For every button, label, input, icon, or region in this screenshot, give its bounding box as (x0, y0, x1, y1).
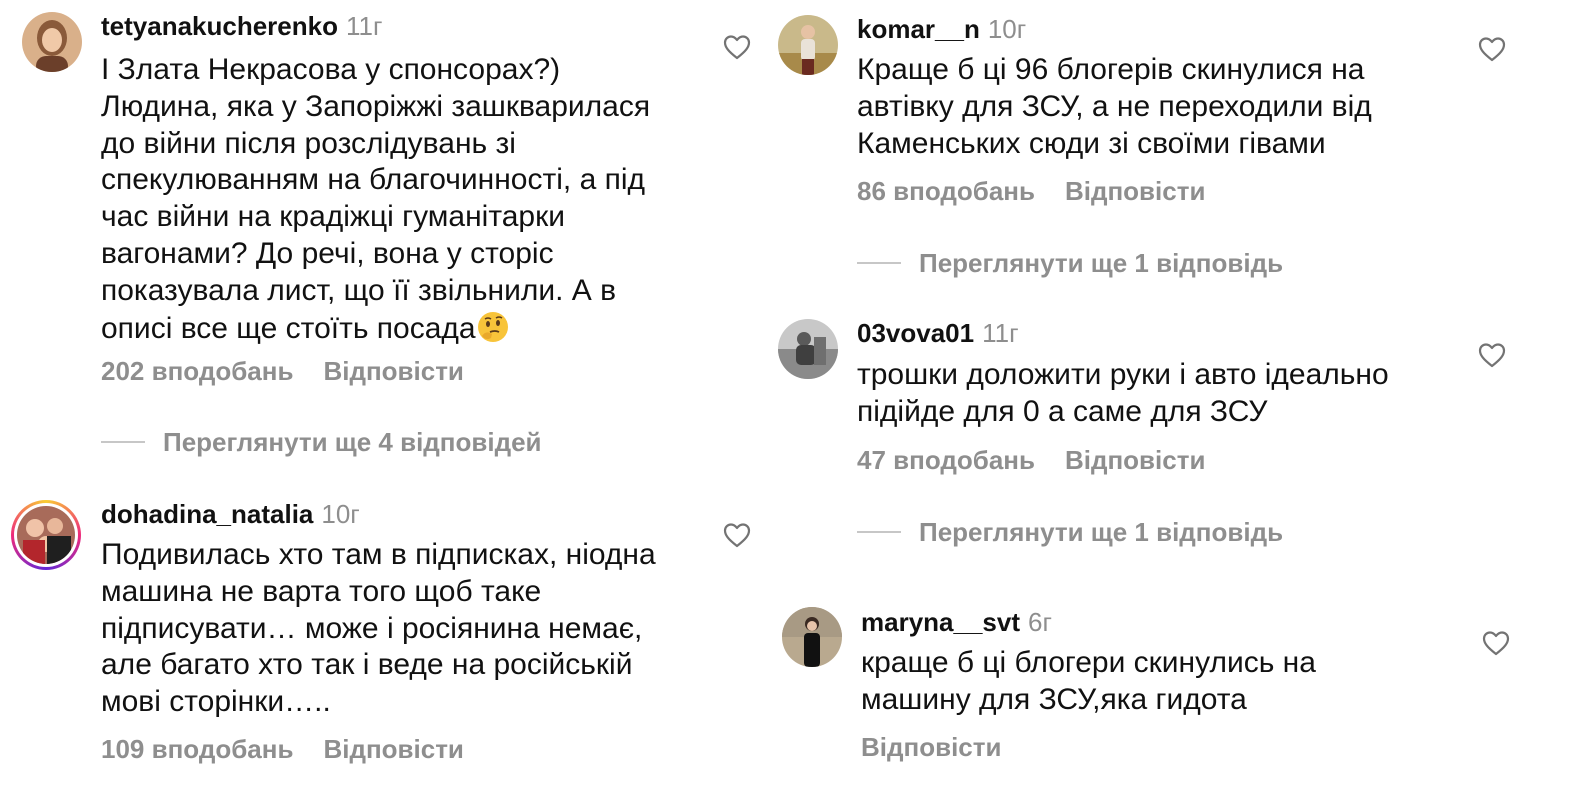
comment-text: Подивилась хто там в підписках, ніодна м… (101, 537, 656, 721)
timestamp: 10г (987, 14, 1027, 44)
username[interactable]: komar__n (857, 14, 980, 44)
heart-outline-icon[interactable] (722, 33, 752, 61)
comment-line: вагонами? До речі, вона у сторіс (101, 236, 554, 270)
timestamp: 10г (321, 499, 360, 529)
comment-line: час війни на крадіжці гуманітарки (101, 200, 565, 234)
heart-outline-icon[interactable] (1477, 35, 1507, 63)
thread-divider (857, 531, 901, 533)
comment-line: трошки доложити руки і авто ідеально (857, 358, 1389, 391)
comment-line: Подивилась хто там в підписках, ніодна (101, 538, 656, 571)
view-replies-link[interactable]: Переглянути ще 4 відповідей (101, 427, 542, 457)
comment-text: І Злата Некрасова у спонсорах?) Людина, … (101, 52, 650, 347)
comment-line: до війни після розслідувань зі (101, 126, 516, 160)
username[interactable]: dohadina_natalia (101, 499, 313, 529)
comment-text: Краще б ці 96 блогерів скинулися на авті… (857, 52, 1372, 162)
view-replies-label: Переглянути ще 1 відповідь (919, 248, 1284, 278)
comment-line: І Злата Некрасова у спонсорах?) (101, 53, 561, 86)
avatar[interactable] (22, 12, 82, 72)
comment-actions: 86 вподобань Відповісти (857, 176, 1205, 206)
reply-button[interactable]: Відповісти (323, 356, 463, 386)
comment-line: підписувати… може і росіянина немає, (101, 611, 643, 645)
heart-outline-icon[interactable] (722, 521, 752, 549)
timestamp: 11г (982, 318, 1019, 348)
username[interactable]: tetyanakucherenko (101, 11, 338, 41)
username[interactable]: 03vova01 (857, 318, 974, 348)
heart-outline-icon[interactable] (1477, 341, 1507, 369)
comment-line: Каменських сюди зі своїми гівами (857, 126, 1326, 160)
likes-count[interactable]: 86 вподобань (857, 176, 1035, 206)
comment-text: трошки доложити руки і авто ідеально під… (857, 357, 1389, 431)
comment-header: dohadina_natalia 10г (101, 499, 360, 529)
comment-actions: 47 вподобань Відповісти (857, 445, 1205, 475)
thread-divider (101, 441, 145, 443)
avatar (17, 506, 75, 564)
view-replies-label: Переглянути ще 1 відповідь (919, 517, 1284, 547)
comment-header: 03vova01 11г (857, 318, 1019, 348)
comment-line: показувала лист, що її звільнили. А в (101, 273, 617, 307)
thinking-face-emoji (477, 311, 508, 342)
comment-line: машину для ЗСУ,яка гидота (861, 682, 1247, 716)
comment-line: спекулюванням на благочинності, а під (101, 163, 645, 197)
heart-outline-icon[interactable] (1481, 629, 1511, 657)
comment-line: машина не варта того щоб таке (101, 574, 542, 608)
avatar[interactable] (778, 15, 838, 75)
comment-header: maryna__svt 6г (861, 607, 1052, 637)
comment-line: але багато хто так і веде на російській (101, 648, 633, 682)
comment-line: мові сторінки….. (101, 685, 331, 719)
likes-count[interactable]: 109 вподобань (101, 734, 293, 764)
reply-button[interactable]: Відповісти (1065, 176, 1205, 206)
likes-count[interactable]: 202 вподобань (101, 356, 293, 386)
thread-divider (857, 262, 901, 264)
avatar-story-ring[interactable] (11, 500, 81, 570)
comment-actions: 109 вподобань Відповісти (101, 734, 464, 764)
comment-text: краще б ці блогери скинулись на машину д… (861, 645, 1316, 719)
likes-count[interactable]: 47 вподобань (857, 445, 1035, 475)
comment-line: Людина, яка у Запоріжжі зашкварилася (101, 89, 651, 123)
view-replies-link[interactable]: Переглянути ще 1 відповідь (857, 248, 1283, 278)
reply-button[interactable]: Відповісти (323, 734, 463, 764)
comment-line: автівку для ЗСУ, а не переходили від (857, 89, 1372, 123)
reply-button[interactable]: Відповісти (1065, 445, 1205, 475)
comment-line: підійде для 0 а саме для ЗСУ (857, 394, 1268, 428)
view-replies-label: Переглянути ще 4 відповідей (163, 427, 542, 457)
reply-button[interactable]: Відповісти (861, 732, 1001, 762)
view-replies-link[interactable]: Переглянути ще 1 відповідь (857, 517, 1283, 547)
comment-actions: Відповісти (861, 732, 1001, 762)
username[interactable]: maryna__svt (861, 607, 1020, 637)
avatar[interactable] (782, 607, 842, 667)
comment-actions: 202 вподобань Відповісти (101, 356, 464, 386)
comment-header: tetyanakucherenko 11г (101, 11, 382, 41)
comment-line: краще б ці блогери скинулись на (861, 646, 1316, 679)
timestamp: 6г (1028, 607, 1052, 637)
timestamp: 11г (345, 11, 383, 41)
avatar[interactable] (778, 319, 838, 379)
comment-line: описі все ще стоїть посада (101, 311, 476, 345)
comment-header: komar__n 10г (857, 14, 1026, 44)
comment-line: Краще б ці 96 блогерів скинулися на (857, 53, 1365, 86)
